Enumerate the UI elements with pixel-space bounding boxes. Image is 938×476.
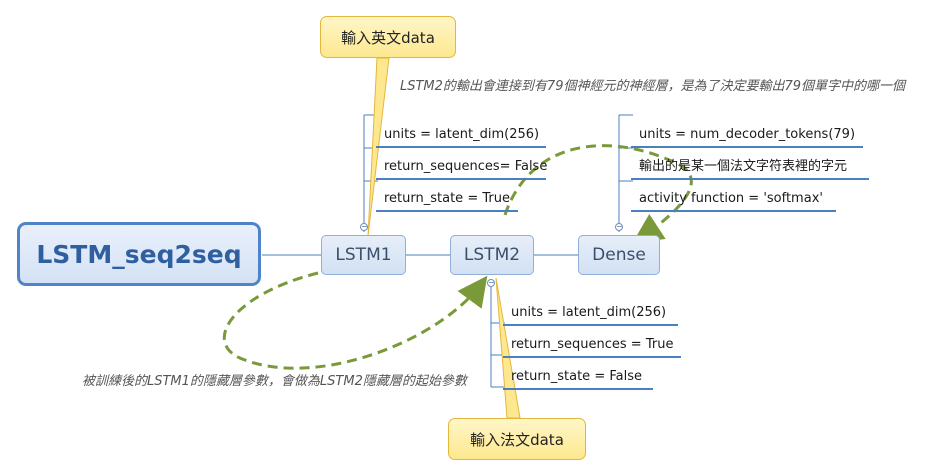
root-label: LSTM_seq2seq bbox=[36, 239, 242, 269]
lstm2-param-return-sequences-text: return_sequences = True bbox=[511, 337, 674, 352]
french-input-callout-text: 輸入法文data bbox=[470, 430, 564, 449]
french-input-callout[interactable]: 輸入法文data bbox=[448, 418, 586, 460]
dense-param-units[interactable]: units = num_decoder_tokens(79) bbox=[631, 126, 863, 148]
lstm1-label: LSTM1 bbox=[335, 245, 392, 265]
lstm1-node[interactable]: LSTM1 bbox=[321, 235, 406, 275]
dense-label: Dense bbox=[592, 245, 646, 265]
lstm2-label: LSTM2 bbox=[463, 245, 521, 265]
dense-param-output-desc-text: 輸出的是某一個法文字符表裡的字元 bbox=[639, 159, 848, 174]
lstm2-node[interactable]: LSTM2 bbox=[450, 235, 534, 275]
lstm2-param-units-text: units = latent_dim(256) bbox=[511, 305, 667, 320]
lstm2-param-units[interactable]: units = latent_dim(256) bbox=[503, 304, 678, 326]
lstm1-collapse-toggle[interactable]: − bbox=[360, 223, 368, 231]
dense-relationship-note[interactable]: LSTM2的輸出會連接到有79個神經元的神經層，是為了決定要輸出79個單字中的哪… bbox=[400, 75, 905, 94]
root-node[interactable]: LSTM_seq2seq bbox=[17, 222, 261, 286]
lstm1-param-return-state[interactable]: return_state = True bbox=[376, 190, 518, 212]
dense-param-activation[interactable]: activity function = 'softmax' bbox=[631, 190, 836, 212]
lstm1-param-units[interactable]: units = latent_dim(256) bbox=[376, 126, 546, 148]
lstm2-collapse-toggle[interactable]: − bbox=[487, 279, 495, 287]
english-input-callout[interactable]: 輸入英文data bbox=[320, 16, 456, 58]
dense-param-units-text: units = num_decoder_tokens(79) bbox=[639, 127, 856, 142]
lstm1-param-return-state-text: return_state = True bbox=[384, 191, 510, 206]
lstm1-param-return-sequences[interactable]: return_sequences= False bbox=[376, 158, 548, 180]
lstm1-to-lstm2-relationship bbox=[222, 271, 488, 370]
lstm2-param-return-sequences[interactable]: return_sequences = True bbox=[503, 336, 681, 358]
lstm1-param-units-text: units = latent_dim(256) bbox=[384, 127, 540, 142]
english-input-callout-text: 輸入英文data bbox=[341, 28, 435, 47]
lstm2-param-return-state[interactable]: return_state = False bbox=[503, 368, 653, 390]
dense-node[interactable]: Dense bbox=[578, 235, 660, 275]
dense-param-activation-text: activity function = 'softmax' bbox=[639, 191, 823, 206]
dense-param-output-desc[interactable]: 輸出的是某一個法文字符表裡的字元 bbox=[631, 158, 869, 180]
dense-collapse-toggle[interactable]: − bbox=[615, 223, 623, 231]
state-relationship-note[interactable]: 被訓練後的LSTM1的隱藏層參數，會做為LSTM2隱藏層的起始參數 bbox=[82, 370, 467, 389]
lstm1-param-return-sequences-text: return_sequences= False bbox=[384, 159, 548, 174]
lstm2-param-return-state-text: return_state = False bbox=[511, 369, 642, 384]
